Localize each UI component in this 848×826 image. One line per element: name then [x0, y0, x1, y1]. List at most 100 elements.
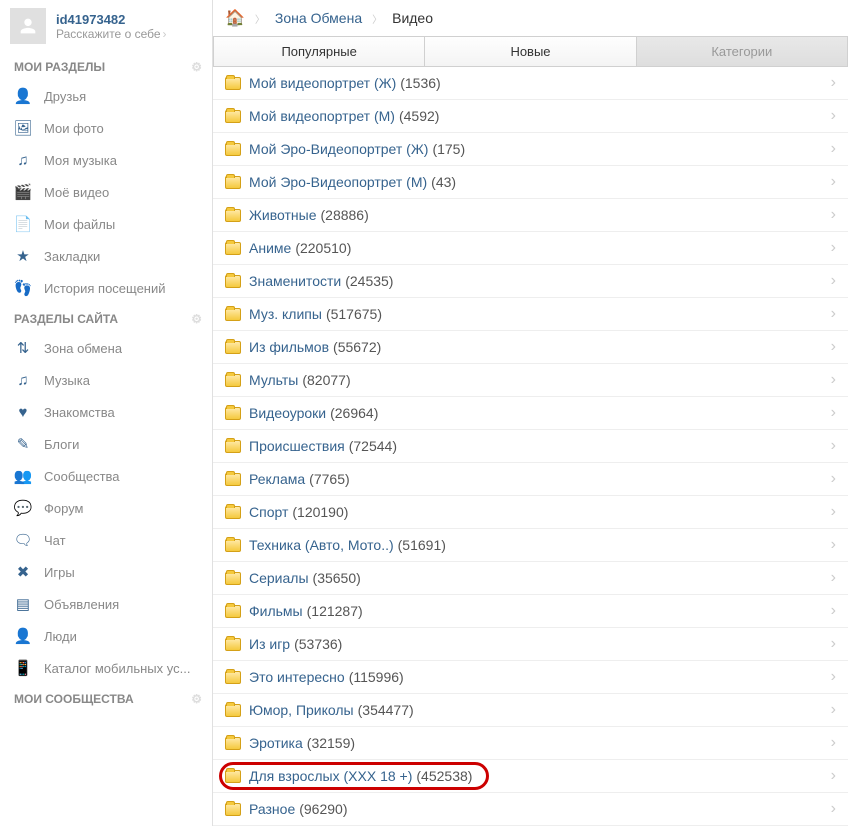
folder-row[interactable]: Мой Эро-Видеопортрет (Ж)(175)› [213, 133, 848, 166]
chevron-right-icon: › [831, 404, 836, 422]
folder-icon [225, 473, 241, 486]
gear-icon[interactable]: ⚙ [191, 692, 202, 706]
folder-row[interactable]: Видеоуроки(26964)› [213, 397, 848, 430]
chevron-right-icon: › [831, 437, 836, 455]
chevron-right-icon: › [831, 371, 836, 389]
folder-row[interactable]: Юмор, Приколы(354477)› [213, 694, 848, 727]
sidebar-my-item-4[interactable]: 📄Мои файлы [0, 208, 212, 240]
profile-id[interactable]: id41973482 [56, 12, 167, 27]
nav-icon: ▤ [14, 595, 32, 613]
folder-row[interactable]: Аниме(220510)› [213, 232, 848, 265]
folder-count: (32159) [307, 735, 355, 751]
folder-count: (96290) [299, 801, 347, 817]
sidebar-site-item-3[interactable]: ✎Блоги [0, 428, 212, 460]
section-header-label: РАЗДЕЛЫ САЙТА [14, 312, 118, 326]
sidebar-my-item-5[interactable]: ★Закладки [0, 240, 212, 272]
folder-row[interactable]: Реклама(7765)› [213, 463, 848, 496]
chevron-right-icon: › [831, 272, 836, 290]
folder-row[interactable]: Мой Эро-Видеопортрет (М)(43)› [213, 166, 848, 199]
folder-row[interactable]: Это интересно(115996)› [213, 661, 848, 694]
nav-label: Блоги [44, 437, 79, 452]
folder-icon [225, 803, 241, 816]
folder-icon [225, 77, 241, 90]
folder-row[interactable]: Знаменитости(24535)› [213, 265, 848, 298]
chevron-right-icon: › [831, 206, 836, 224]
sidebar-my-item-2[interactable]: ♫Моя музыка [0, 144, 212, 176]
folder-row[interactable]: Сериалы(35650)› [213, 562, 848, 595]
chevron-right-icon: › [831, 569, 836, 587]
folder-row[interactable]: Происшествия(72544)› [213, 430, 848, 463]
folder-row[interactable]: Мой видеопортрет (Ж)(1536)› [213, 67, 848, 100]
sidebar-my-item-3[interactable]: 🎬Моё видео [0, 176, 212, 208]
folder-count: (26964) [330, 405, 378, 421]
folder-row[interactable]: Животные(28886)› [213, 199, 848, 232]
chevron-right-icon: › [831, 536, 836, 554]
folder-row[interactable]: Мульты(82077)› [213, 364, 848, 397]
tab-popular[interactable]: Популярные [214, 37, 425, 66]
folder-name: Сериалы [249, 570, 309, 586]
folder-row[interactable]: Спорт(120190)› [213, 496, 848, 529]
folder-count: (354477) [358, 702, 414, 718]
sidebar-my-item-0[interactable]: 👤Друзья [0, 80, 212, 112]
section-header-site: РАЗДЕЛЫ САЙТА ⚙ [0, 304, 212, 332]
nav-label: Моё видео [44, 185, 109, 200]
folder-icon [225, 143, 241, 156]
chevron-right-icon: › [163, 27, 167, 41]
sidebar-site-item-9[interactable]: 👤Люди [0, 620, 212, 652]
sidebar-site-item-2[interactable]: ♥Знакомства [0, 396, 212, 428]
folder-row[interactable]: Для взрослых (XXX 18 +)(452538) › [213, 760, 848, 793]
folder-count: (43) [431, 174, 456, 190]
home-icon[interactable]: 🏠 [225, 8, 245, 28]
sidebar-site-item-0[interactable]: ⇅Зона обмена [0, 332, 212, 364]
sidebar-site-item-4[interactable]: 👥Сообщества [0, 460, 212, 492]
nav-icon: ✖ [14, 563, 32, 581]
tab-categories[interactable]: Категории [637, 37, 847, 66]
folder-row[interactable]: Муз. клипы(517675)› [213, 298, 848, 331]
folder-icon [225, 572, 241, 585]
nav-label: Люди [44, 629, 77, 644]
folder-row[interactable]: Из фильмов(55672)› [213, 331, 848, 364]
folder-count: (452538) [416, 768, 472, 784]
breadcrumb-link[interactable]: Зона Обмена [275, 10, 362, 26]
sidebar-site-item-8[interactable]: ▤Объявления [0, 588, 212, 620]
folder-icon [225, 506, 241, 519]
folder-name: Фильмы [249, 603, 303, 619]
sidebar-site-item-6[interactable]: 🗨Чат [0, 524, 212, 556]
folder-row[interactable]: Эротика(32159)› [213, 727, 848, 760]
folder-name: Для взрослых (XXX 18 +) [249, 768, 412, 784]
nav-label: Зона обмена [44, 341, 122, 356]
tab-new[interactable]: Новые [425, 37, 636, 66]
chevron-right-icon: › [831, 767, 836, 785]
folder-row[interactable]: Техника (Авто, Мото..)(51691)› [213, 529, 848, 562]
folder-row[interactable]: Мой видеопортрет (М)(4592)› [213, 100, 848, 133]
profile-status[interactable]: Расскажите о себе › [56, 27, 167, 41]
nav-label: Закладки [44, 249, 100, 264]
chevron-right-icon: › [831, 239, 836, 257]
folder-icon [225, 374, 241, 387]
profile-block[interactable]: id41973482 Расскажите о себе › [0, 0, 212, 52]
folder-row[interactable]: Из игр(53736)› [213, 628, 848, 661]
sidebar-site-item-5[interactable]: 💬Форум [0, 492, 212, 524]
gear-icon[interactable]: ⚙ [191, 60, 202, 74]
folder-count: (82077) [302, 372, 350, 388]
folder-row[interactable]: Фильмы(121287)› [213, 595, 848, 628]
sidebar-site-item-7[interactable]: ✖Игры [0, 556, 212, 588]
gear-icon[interactable]: ⚙ [191, 312, 202, 326]
folder-icon [225, 407, 241, 420]
nav-icon: 💬 [14, 499, 32, 517]
chevron-right-icon: › [831, 668, 836, 686]
folder-name: Разное [249, 801, 295, 817]
sidebar-my-item-1[interactable]: 🖼Мои фото [0, 112, 212, 144]
nav-icon: 👥 [14, 467, 32, 485]
sidebar-my-item-6[interactable]: 👣История посещений [0, 272, 212, 304]
folder-row[interactable]: Разное(96290)› [213, 793, 848, 826]
sidebar-site-item-10[interactable]: 📱Каталог мобильных ус... [0, 652, 212, 684]
chevron-right-icon: › [831, 107, 836, 125]
folder-name: Из фильмов [249, 339, 329, 355]
chevron-right-icon: 〉 [372, 11, 382, 26]
folder-count: (7765) [309, 471, 349, 487]
chevron-right-icon: › [831, 140, 836, 158]
section-header-label: МОИ РАЗДЕЛЫ [14, 60, 105, 74]
sidebar-site-item-1[interactable]: ♫Музыка [0, 364, 212, 396]
folder-name: Спорт [249, 504, 288, 520]
